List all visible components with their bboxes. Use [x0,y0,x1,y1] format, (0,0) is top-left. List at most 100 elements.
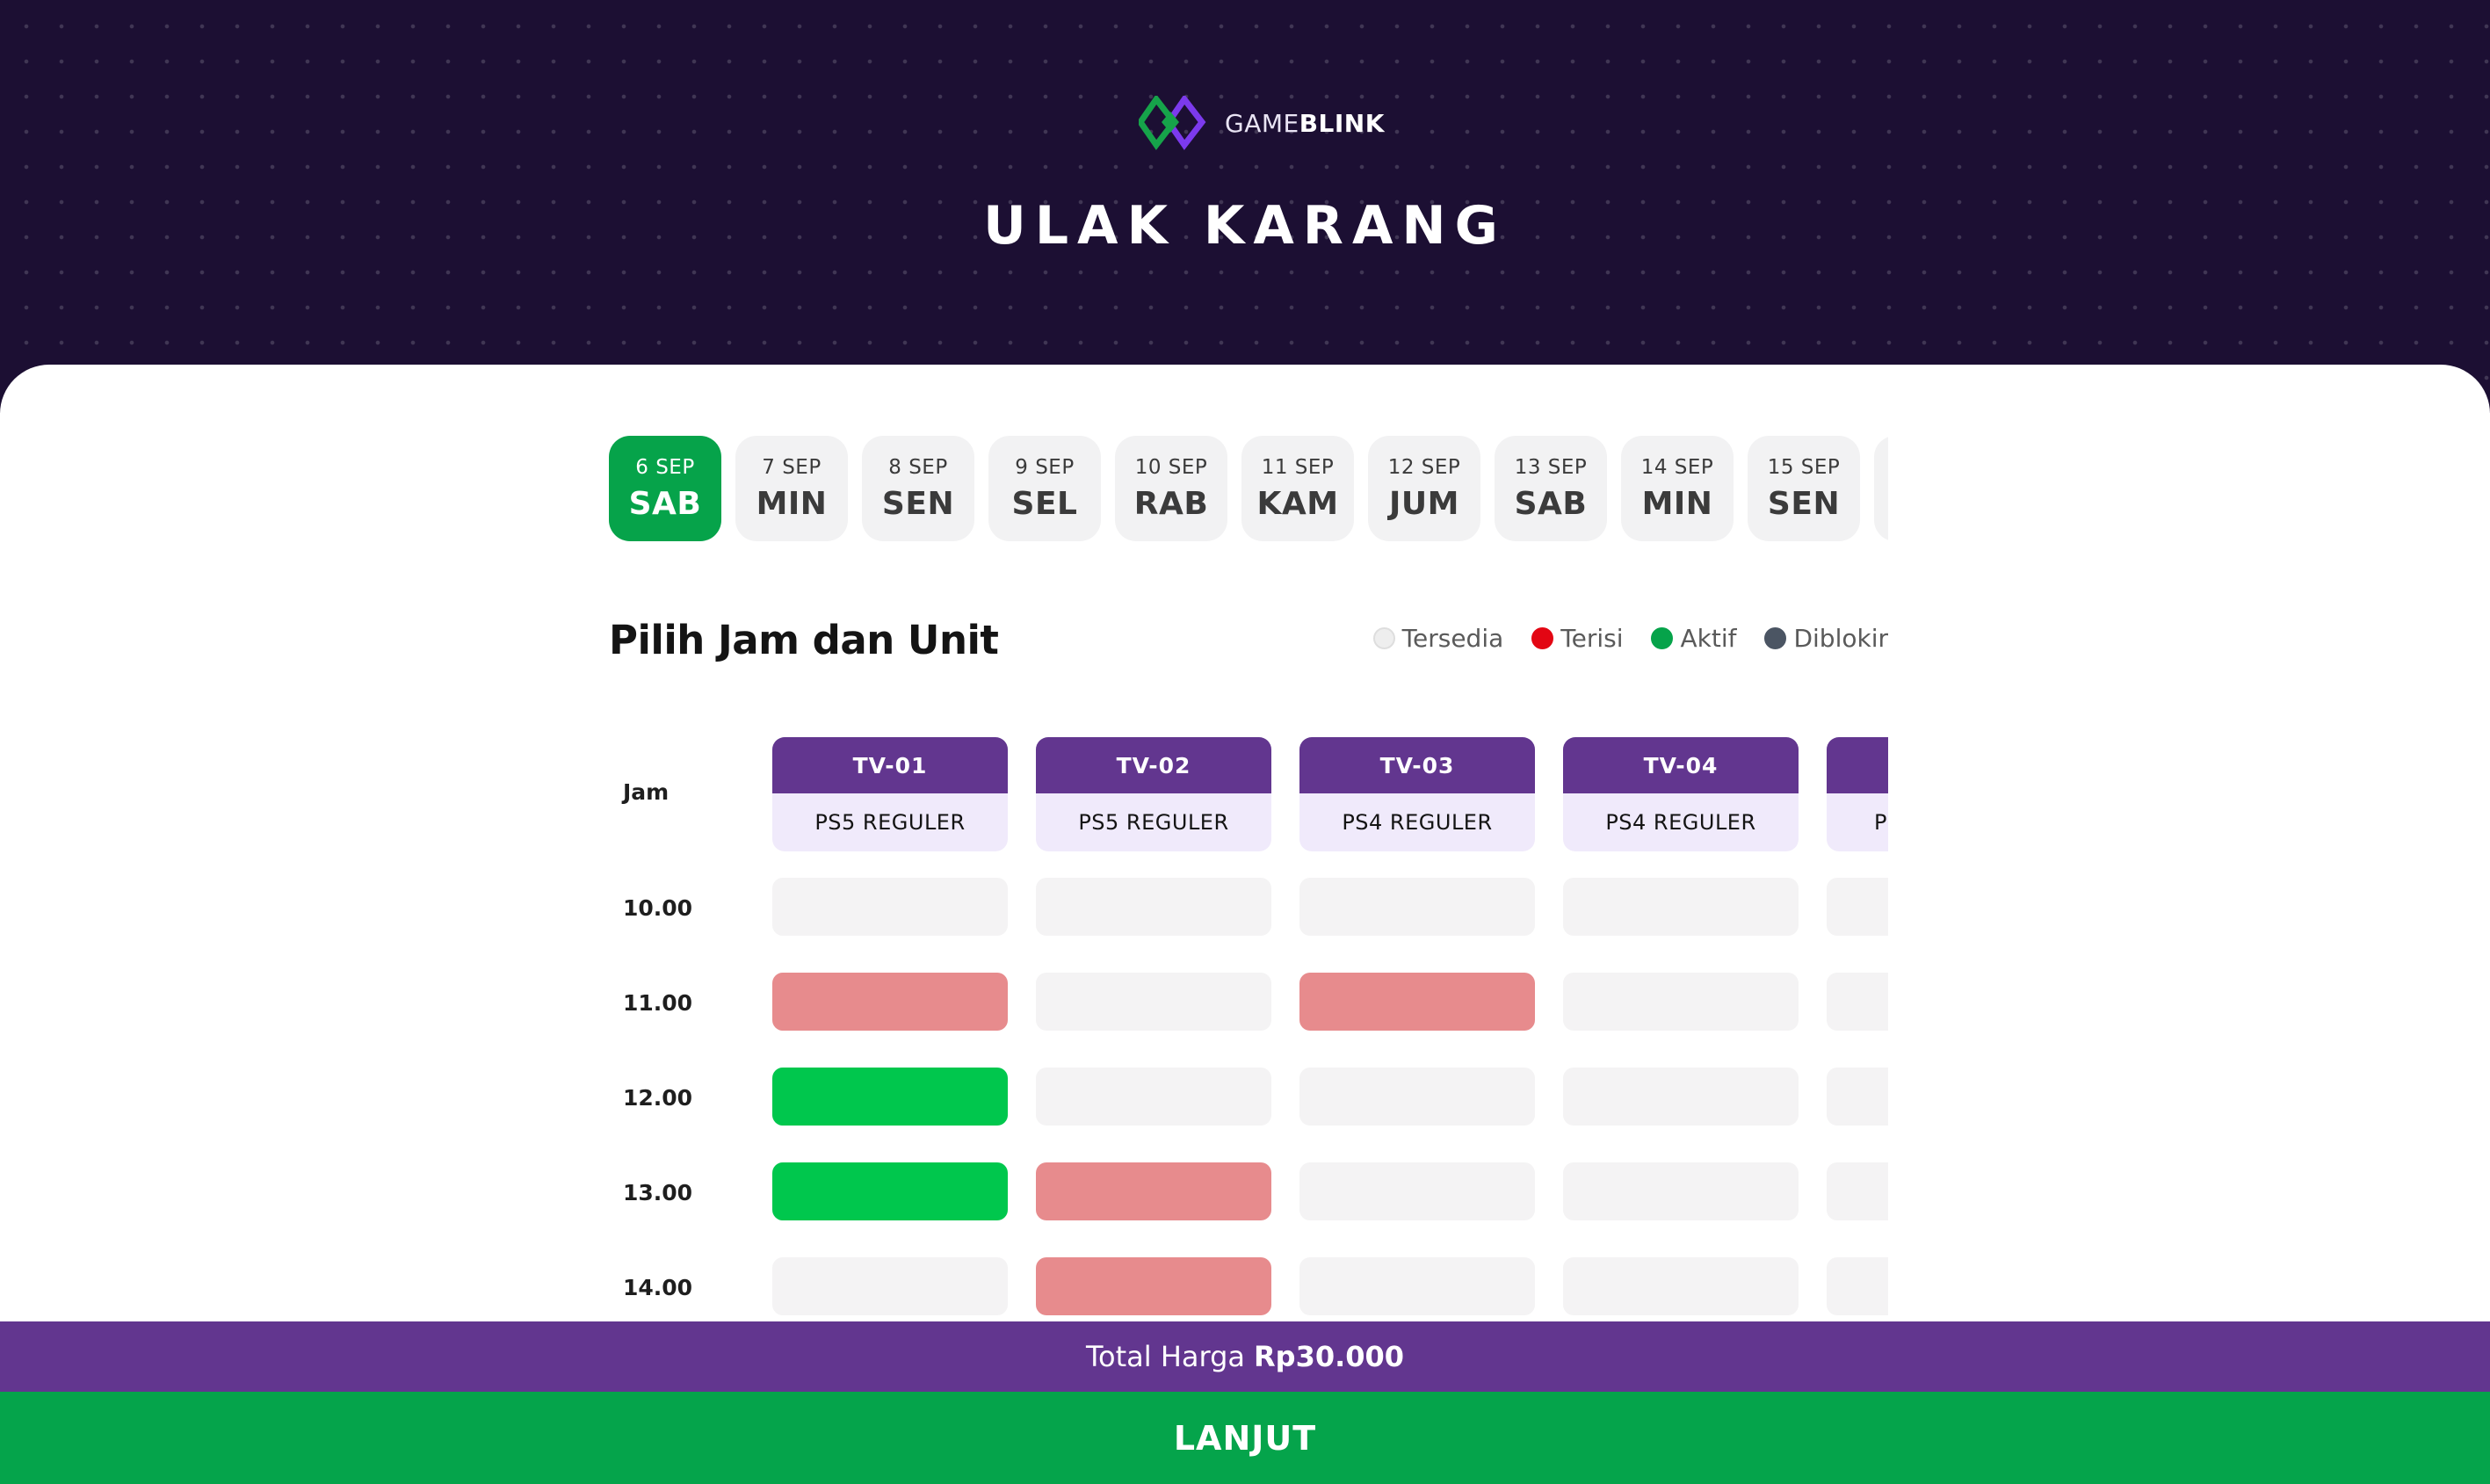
date-number: 7 SEP [762,455,822,479]
header: GAMEBLINK ULAK KARANG [0,0,2490,413]
booking-content: 6 SEP SAB 7 SEP MIN 8 SEP SEN 9 SEP SEL 10 SEP RA… [609,365,1888,1322]
date-item[interactable]: 11 SEP KAM [1241,436,1354,541]
unit-type: PS [1827,793,1888,851]
date-number: 8 SEP [888,455,948,479]
total-amount: Rp30.000 [1254,1340,1405,1373]
unit-name: TV-02 [1036,737,1271,793]
time-slot-tersedia[interactable] [1036,1068,1271,1126]
time-label: 12.00 [623,1085,693,1111]
time-slot-tersedia[interactable] [772,1257,1008,1315]
time-label: 13.00 [623,1180,693,1205]
date-item[interactable] [1874,436,1888,541]
legend-dot-icon [1372,627,1395,649]
time-slot-tersedia[interactable] [1036,878,1271,936]
time-slot-terisi[interactable] [772,973,1008,1031]
jam-column-header: Jam [623,779,670,805]
date-item[interactable]: 12 SEP JUM [1368,436,1480,541]
date-item[interactable]: 8 SEP SEN [862,436,974,541]
date-weekday: SEN [881,485,955,522]
lanjut-button[interactable]: LANJUT [0,1392,2490,1484]
date-item[interactable]: 9 SEP SEL [988,436,1101,541]
time-slot-tersedia[interactable] [1827,973,1888,1031]
unit-header[interactable]: PS [1827,737,1888,851]
date-number: 10 SEP [1134,455,1208,479]
legend-dot-icon [1651,627,1674,649]
gameblink-logo-icon [1139,96,1206,150]
date-weekday: SEN [1767,485,1841,522]
date-weekday: SEL [1011,485,1078,522]
date-number: 15 SEP [1767,455,1841,479]
unit-name: TV-04 [1563,737,1799,793]
time-label: 11.00 [623,990,693,1016]
unit-type: PS4 REGULER [1299,793,1535,851]
legend-label: Diblokir [1793,624,1888,653]
time-slot-tersedia[interactable] [1299,1162,1535,1220]
unit-name: TV-01 [772,737,1008,793]
date-weekday: SAB [628,485,702,522]
date-item[interactable]: 15 SEP SEN [1748,436,1860,541]
booking-panel: 6 SEP SAB 7 SEP MIN 8 SEP SEN 9 SEP SEL 10 SEP RA… [0,365,2490,1484]
time-slot-terisi[interactable] [1036,1257,1271,1315]
brand-name: GAMEBLINK [1225,108,1385,138]
time-slot-tersedia[interactable] [1036,973,1271,1031]
legend-dot-icon [1531,627,1554,649]
date-number: 6 SEP [635,455,695,479]
date-weekday: SAB [1514,485,1588,522]
unit-type: PS5 REGULER [1036,793,1271,851]
time-slot-terisi[interactable] [1036,1162,1271,1220]
legend-item: Aktif [1651,624,1736,653]
date-selector: 6 SEP SAB 7 SEP MIN 8 SEP SEN 9 SEP SEL 10 SEP RA… [609,436,1888,541]
status-legend: Tersedia Terisi Aktif Diblokir [1372,624,1888,653]
time-slot-aktif[interactable] [772,1162,1008,1220]
time-slot-tersedia[interactable] [1299,1068,1535,1126]
date-weekday: MIN [1641,485,1713,522]
time-slot-terisi[interactable] [1299,973,1535,1031]
time-slot-tersedia[interactable] [1563,1162,1799,1220]
unit-name [1827,737,1888,793]
date-number: 11 SEP [1261,455,1335,479]
date-item[interactable]: 13 SEP SAB [1495,436,1607,541]
time-label: 14.00 [623,1275,693,1300]
time-slot-tersedia[interactable] [1827,878,1888,936]
unit-header[interactable]: TV-04 PS4 REGULER [1563,737,1799,851]
time-slot-tersedia[interactable] [772,878,1008,936]
legend-dot-icon [1764,627,1787,649]
unit-header[interactable]: TV-02 PS5 REGULER [1036,737,1271,851]
time-slot-tersedia[interactable] [1563,1257,1799,1315]
date-number: 13 SEP [1514,455,1588,479]
legend-item: Terisi [1531,624,1623,653]
time-slot-tersedia[interactable] [1563,878,1799,936]
time-label: 10.00 [623,895,693,921]
section-title: Pilih Jam dan Unit [609,617,999,663]
time-slot-tersedia[interactable] [1563,1068,1799,1126]
date-item[interactable]: 14 SEP MIN [1621,436,1734,541]
date-number: 9 SEP [1015,455,1075,479]
legend-label: Aktif [1680,624,1737,653]
time-slot-tersedia[interactable] [1827,1068,1888,1126]
unit-type: PS5 REGULER [772,793,1008,851]
date-weekday: MIN [756,485,828,522]
legend-label: Terisi [1560,624,1624,653]
time-slot-tersedia[interactable] [1827,1257,1888,1315]
time-slot-tersedia[interactable] [1827,1162,1888,1220]
date-item[interactable]: 7 SEP MIN [735,436,848,541]
date-weekday: JUM [1389,485,1459,522]
time-slot-tersedia[interactable] [1563,973,1799,1031]
time-slot-tersedia[interactable] [1299,878,1535,936]
legend-item: Diblokir [1764,624,1888,653]
date-item[interactable]: 10 SEP RAB [1115,436,1227,541]
time-slot-aktif[interactable] [772,1068,1008,1126]
unit-header[interactable]: TV-01 PS5 REGULER [772,737,1008,851]
total-label: Total Harga [1085,1340,1246,1373]
brand-logo[interactable]: GAMEBLINK [1139,95,1385,151]
venue-title: ULAK KARANG [983,195,1507,257]
total-price-bar: Total Harga Rp30.000 [0,1321,2490,1392]
date-number: 14 SEP [1640,455,1714,479]
date-number: 12 SEP [1387,455,1461,479]
unit-header[interactable]: TV-03 PS4 REGULER [1299,737,1535,851]
date-weekday: KAM [1256,485,1339,522]
unit-name: TV-03 [1299,737,1535,793]
time-slot-tersedia[interactable] [1299,1257,1535,1315]
date-weekday: RAB [1133,485,1209,522]
date-item[interactable]: 6 SEP SAB [609,436,721,541]
